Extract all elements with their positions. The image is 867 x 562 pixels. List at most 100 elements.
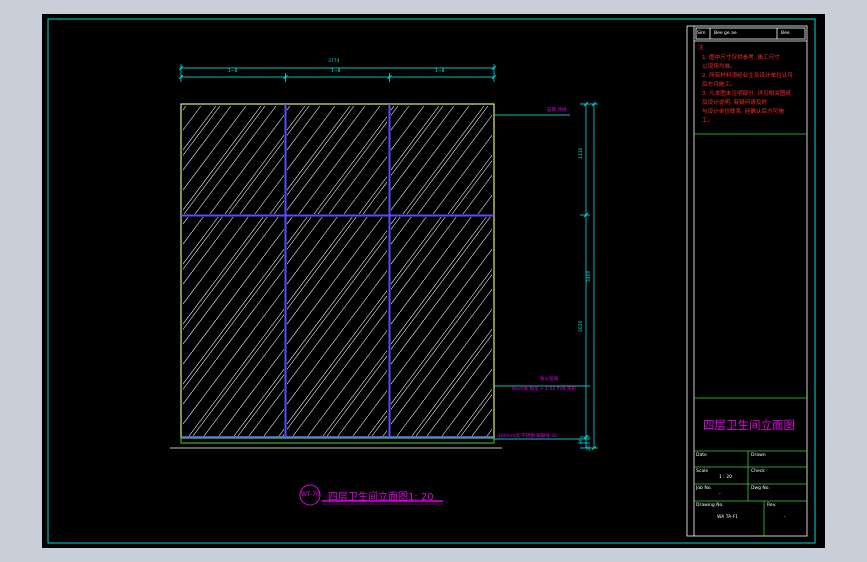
hatch-line <box>287 230 387 365</box>
hatch-line <box>287 106 336 171</box>
hatch-line <box>319 106 400 214</box>
hatch-line <box>42 217 177 436</box>
hatch-line <box>506 217 670 436</box>
hatch-line <box>42 217 158 436</box>
hatch-line <box>328 136 387 214</box>
hatch-line <box>209 114 284 214</box>
hatch-line <box>172 217 336 436</box>
hatch-line <box>398 217 562 436</box>
hatch-line <box>477 194 492 214</box>
hatch-line <box>391 106 455 191</box>
hatch-line <box>622 217 786 436</box>
hatch-line <box>391 106 444 176</box>
hatch-line <box>418 217 582 436</box>
hatch-line <box>317 121 387 214</box>
hatch-line <box>375 106 456 214</box>
hatch-line <box>287 250 387 385</box>
hatch-line <box>278 428 284 436</box>
hatch-line <box>417 217 581 436</box>
hatch-line <box>42 217 128 436</box>
hatch-line <box>183 217 268 330</box>
note-line-6: 及设计说明, 有疑问请及时 <box>702 100 768 106</box>
hatch-line <box>562 217 726 436</box>
hatch-line <box>489 217 653 436</box>
hatch-line <box>287 106 366 211</box>
hatch-line <box>228 140 284 214</box>
tb-rev-value: - <box>784 515 786 520</box>
hatch-line <box>202 217 366 436</box>
hatch-line <box>471 408 492 436</box>
hatch-line <box>417 114 492 214</box>
hatch-line <box>42 217 132 436</box>
hatch-line <box>322 350 387 436</box>
hatch-line <box>309 217 473 436</box>
tb-label-dwg: Dwg No. <box>751 486 770 491</box>
hatch-line <box>90 106 171 214</box>
hatch-line <box>389 106 470 214</box>
hatch-line <box>473 217 637 436</box>
glass-pane-hatch <box>172 217 825 436</box>
hatch-line <box>183 217 223 270</box>
hatch-line <box>233 368 284 436</box>
hatch-line <box>183 248 284 385</box>
hatch-line <box>183 217 279 345</box>
callout-skirting: 100mm高 不锈钢 踢脚线 30 <box>498 434 557 439</box>
sheet-border <box>47 18 816 544</box>
hatch-line <box>102 217 266 436</box>
hatch-line <box>488 217 652 436</box>
hatch-line <box>263 408 284 436</box>
hatch-line <box>183 106 187 111</box>
hatch-line <box>502 217 666 436</box>
hatch-line <box>667 217 825 436</box>
hatch-line <box>218 348 284 436</box>
notes-heading: 注 <box>698 45 704 51</box>
hatch-line <box>183 106 232 171</box>
hatch-line <box>391 217 427 265</box>
hatch-line <box>287 217 353 305</box>
hatch-line <box>391 228 492 365</box>
dim-segment-2: 1~8 <box>331 69 341 74</box>
dim-upper-height: 1110 <box>579 147 584 159</box>
hatch-line <box>583 106 664 214</box>
hatch-line <box>548 217 712 436</box>
hatch-line <box>183 217 219 265</box>
hatch-line <box>113 217 277 436</box>
hatch-line <box>324 217 488 436</box>
hatch-line <box>399 217 563 436</box>
note-line-1: 1. 图中尺寸仅供参考, 施工尺寸 <box>702 55 780 61</box>
hatch-line <box>367 410 387 436</box>
glass-pane-hatch <box>391 106 664 214</box>
hatch-line <box>224 134 284 214</box>
dim-segment-3: 1~8 <box>435 69 445 74</box>
hatch-line <box>551 217 715 436</box>
hatch-line <box>463 217 627 436</box>
hatch-line <box>183 106 266 214</box>
hatch-line <box>391 217 442 285</box>
tb-label-date: Date <box>696 453 707 458</box>
hatch-line <box>460 394 492 436</box>
hatch-line <box>315 106 396 214</box>
hatch-line <box>287 106 310 136</box>
hatch-line <box>408 106 489 214</box>
tb-label-job: Job No. <box>696 486 712 491</box>
hatch-line <box>391 217 397 225</box>
tb-header-1: Sim <box>697 31 706 36</box>
hatch-line <box>503 217 667 436</box>
hatch-line <box>553 106 634 214</box>
hatch-line <box>578 217 742 436</box>
hatch-line <box>391 106 440 171</box>
hatch-line <box>592 217 756 436</box>
hatch-line <box>563 217 727 436</box>
hatch-line <box>183 106 221 156</box>
hatch-line <box>391 106 410 131</box>
tb-label-drawing-no: Drawing No. <box>696 503 724 508</box>
hatch-line <box>538 106 619 214</box>
hatch-line <box>652 217 816 436</box>
glass-pane-hatch <box>102 217 742 436</box>
dim-total-width: 3774 <box>328 59 340 64</box>
skirting-board <box>180 437 495 444</box>
hatch-line <box>686 217 825 436</box>
hatch-line <box>391 217 401 230</box>
hatch-line <box>507 217 671 436</box>
hatch-line <box>523 106 604 214</box>
